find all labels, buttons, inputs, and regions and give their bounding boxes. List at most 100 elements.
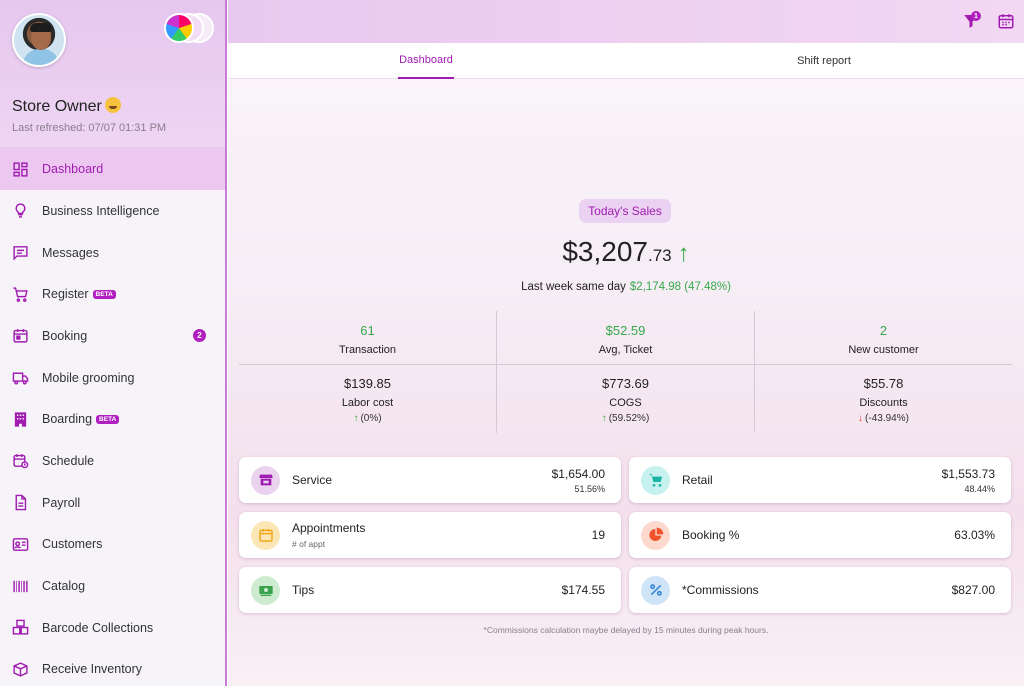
tab-shift-report[interactable]: Shift report [793,43,855,79]
lightbulb-icon [12,202,29,219]
cart-icon [12,286,29,303]
stat-label: Discounts [859,397,908,409]
todays-sales-pill: Today's Sales [579,199,671,223]
stat-transaction: 61 Transaction [239,323,496,356]
sidebar-item-business-intelligence[interactable]: Business Intelligence [0,190,225,232]
sidebar-item-dashboard[interactable]: Dashboard [0,148,225,190]
sidebar-item-label: Payroll [42,495,81,510]
filter-count-badge: 1 [971,11,981,21]
lastweek-label: Last week same day [521,281,626,293]
profile-header: Store Owner Last refreshed: 07/07 01:31 … [0,0,225,148]
owner-name-text: Store Owner [12,98,102,115]
message-icon [12,244,29,261]
sidebar-item-label: Mobile grooming [42,370,135,385]
card-title: Service [292,473,333,487]
last-week-comparison: Last week same day $2,174.98 (47.48%) [228,281,1024,293]
sidebar-item-receive-inventory[interactable]: Receive Inventory [0,649,225,686]
card-percent: 48.44% [964,483,995,494]
sidebar-item-messages[interactable]: Messages [0,232,225,274]
retail-card[interactable]: Retail $1,553.73 48.44% [629,457,1011,503]
shopping-cart-icon [641,465,670,495]
card-amount: 19 [591,528,605,542]
percent-icon [641,575,670,605]
sidebar-item-label: Barcode Collections [42,620,154,635]
card-title: Tips [292,583,315,597]
sidebar-item-boarding[interactable]: Boarding BETA [0,398,225,440]
sidebar-item-label: Schedule [42,453,95,468]
stat-label: Transaction [338,344,397,356]
arrow-up-icon: ↑ [601,413,607,424]
tab-dashboard[interactable]: Dashboard [398,43,454,79]
main-content: 1 Dashboard Shift report Today's Sales $… [228,0,1024,686]
stat-labor-cost: $139.85 Labor cost ↑ (0%) [239,376,496,424]
appointment-calendar-icon [251,520,280,550]
card-percent: 51.56% [574,483,605,494]
arrow-down-icon: ↓ [858,413,864,424]
stat-discounts: $55.78 Discounts ↓ (-43.94%) [755,376,1012,424]
stat-label: COGS [609,397,642,409]
lastweek-value: $2,174.98 (47.48%) [629,281,731,293]
money-icon [251,575,280,605]
stat-delta: (0%) [360,413,382,424]
stat-avg-ticket: $52.59 Avg, Ticket [497,323,754,356]
card-title: Retail [682,473,713,487]
store-switcher[interactable] [164,13,214,43]
sales-dollars: $3,207 [562,236,648,267]
sidebar-item-payroll[interactable]: Payroll [0,482,225,524]
sidebar-item-catalog[interactable]: Catalog [0,565,225,607]
sidebar-item-register[interactable]: Register BETA [0,273,225,315]
stat-label: Avg, Ticket [598,344,653,356]
document-icon [12,494,29,511]
store-icon [251,465,280,495]
sidebar-item-schedule[interactable]: Schedule [0,440,225,482]
stat-value: 61 [360,323,375,338]
sidebar-item-customers[interactable]: Customers [0,524,225,566]
sidebar-item-label: Catalog [42,579,86,594]
stat-new-customer: 2 New customer [755,323,1012,356]
booking-count-badge: 2 [193,329,206,343]
pie-chart-icon [641,520,670,550]
card-title: *Commissions [682,583,759,597]
trend-up-icon: ↑ [677,240,690,267]
sidebar-item-label: Messages [42,245,99,260]
calendar-icon [12,327,29,344]
stat-label: New customer [848,344,919,356]
stat-cogs: $773.69 COGS ↑ (59.52%) [497,376,754,424]
schedule-icon [12,452,29,469]
card-amount: $1,553.73 [941,466,995,481]
beta-badge: BETA [96,414,120,424]
top-bar: 1 [228,0,1024,43]
avatar[interactable] [12,13,66,67]
sidebar-item-label: Receive Inventory [42,662,143,677]
tab-bar: Dashboard Shift report [228,43,1024,79]
card-title: Appointments [292,521,366,535]
sales-cents: .73 [648,246,672,265]
booking-percent-card[interactable]: Booking % 63.03% [629,512,1011,558]
dashboard-grid-icon [12,161,29,178]
tips-card[interactable]: Tips $174.55 [239,567,621,613]
stat-delta: (-43.94%) [865,413,909,424]
commissions-footnote: *Commissions calculation maybe delayed b… [483,625,769,635]
inventory-box-icon [12,661,29,678]
barcode-icon [12,578,29,595]
stat-value: $55.78 [863,376,904,391]
stat-value: $773.69 [602,376,649,391]
calendar-icon[interactable] [997,12,1015,30]
sidebar-item-booking[interactable]: Booking 2 [0,315,225,357]
sidebar-item-label: Customers [42,537,103,552]
card-subtitle: # of appt [292,539,326,549]
store-logo [164,13,194,43]
van-icon [12,369,29,386]
sidebar-item-label: Register [42,287,89,302]
owner-name: Store Owner [12,97,121,116]
sidebar-item-barcode-collections[interactable]: Barcode Collections [0,607,225,649]
sidebar-item-mobile-grooming[interactable]: Mobile grooming [0,357,225,399]
card-amount: 63.03% [954,528,995,542]
service-card[interactable]: Service $1,654.00 51.56% [239,457,621,503]
stat-value: $139.85 [344,376,391,391]
appointments-card[interactable]: Appointments # of appt 19 [239,512,621,558]
commissions-card[interactable]: *Commissions $827.00 [629,567,1011,613]
beta-badge: BETA [92,289,116,299]
stat-label: Labor cost [341,397,394,409]
building-icon [12,411,29,428]
